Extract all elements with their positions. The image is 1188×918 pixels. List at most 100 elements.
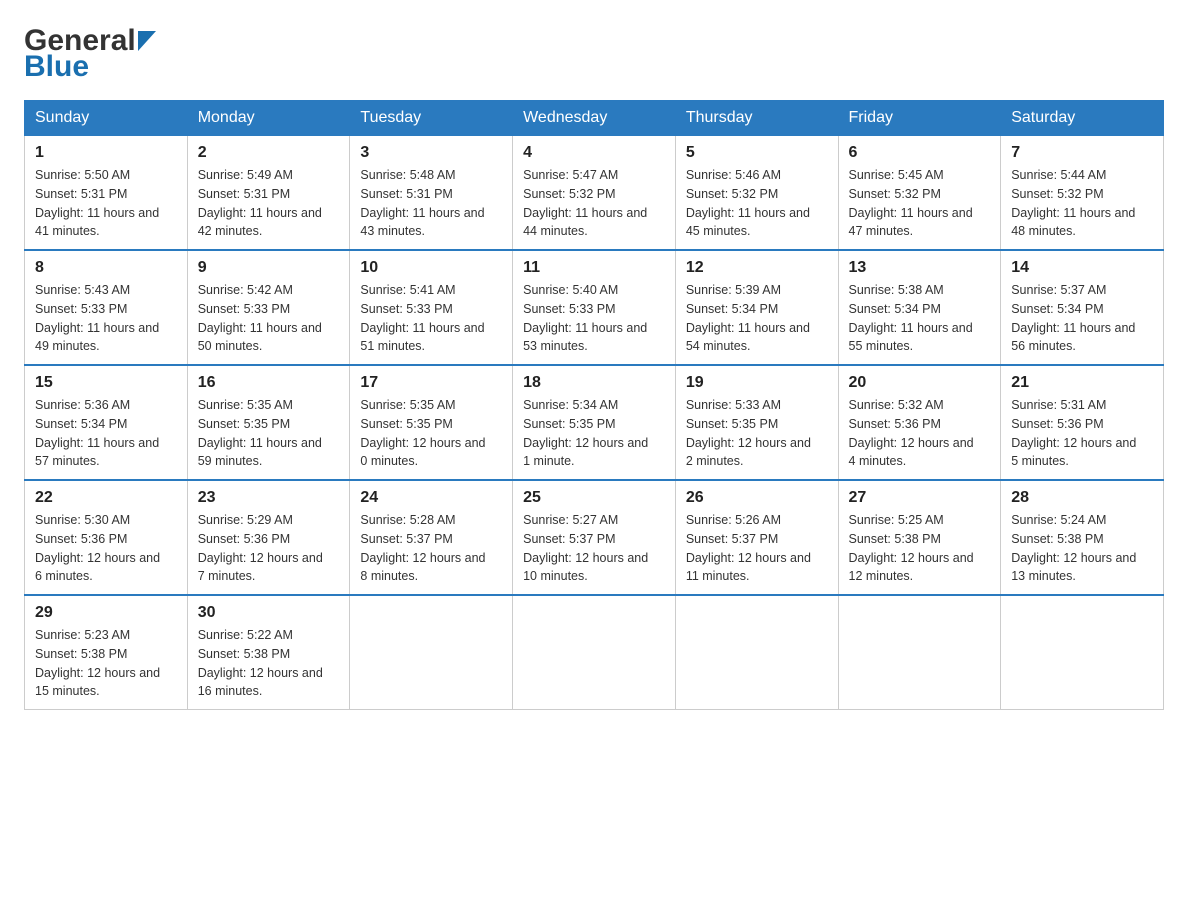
page-header: General Blue: [24, 24, 1164, 84]
calendar-cell: 11 Sunrise: 5:40 AMSunset: 5:33 PMDayligh…: [513, 250, 676, 365]
weekday-header-monday: Monday: [187, 101, 350, 136]
calendar-cell: [838, 595, 1001, 710]
day-info: Sunrise: 5:28 AMSunset: 5:37 PMDaylight:…: [360, 511, 502, 586]
weekday-header-friday: Friday: [838, 101, 1001, 136]
day-number: 3: [360, 144, 502, 162]
weekday-header-thursday: Thursday: [675, 101, 838, 136]
day-number: 28: [1011, 489, 1153, 507]
calendar-cell: 15 Sunrise: 5:36 AMSunset: 5:34 PMDayligh…: [25, 365, 188, 480]
calendar-cell: [1001, 595, 1164, 710]
day-info: Sunrise: 5:38 AMSunset: 5:34 PMDaylight:…: [849, 281, 991, 356]
day-number: 13: [849, 259, 991, 277]
day-info: Sunrise: 5:33 AMSunset: 5:35 PMDaylight:…: [686, 396, 828, 471]
day-info: Sunrise: 5:35 AMSunset: 5:35 PMDaylight:…: [198, 396, 340, 471]
day-info: Sunrise: 5:37 AMSunset: 5:34 PMDaylight:…: [1011, 281, 1153, 356]
calendar-cell: 1 Sunrise: 5:50 AMSunset: 5:31 PMDaylight…: [25, 136, 188, 251]
calendar-cell: 29Sunrise: 5:23 AMSunset: 5:38 PMDayligh…: [25, 595, 188, 710]
calendar-cell: 22 Sunrise: 5:30 AMSunset: 5:36 PMDayligh…: [25, 480, 188, 595]
calendar-table: SundayMondayTuesdayWednesdayThursdayFrid…: [24, 100, 1164, 710]
calendar-cell: 24 Sunrise: 5:28 AMSunset: 5:37 PMDayligh…: [350, 480, 513, 595]
calendar-cell: 28 Sunrise: 5:24 AMSunset: 5:38 PMDayligh…: [1001, 480, 1164, 595]
weekday-header-tuesday: Tuesday: [350, 101, 513, 136]
calendar-cell: 4 Sunrise: 5:47 AMSunset: 5:32 PMDaylight…: [513, 136, 676, 251]
calendar-cell: 27 Sunrise: 5:25 AMSunset: 5:38 PMDayligh…: [838, 480, 1001, 595]
day-number: 23: [198, 489, 340, 507]
calendar-cell: 18Sunrise: 5:34 AMSunset: 5:35 PMDayligh…: [513, 365, 676, 480]
calendar-cell: [513, 595, 676, 710]
logo-arrow-icon: [138, 31, 156, 56]
day-info: Sunrise: 5:32 AMSunset: 5:36 PMDaylight:…: [849, 396, 991, 471]
day-number: 26: [686, 489, 828, 507]
calendar-cell: 25 Sunrise: 5:27 AMSunset: 5:37 PMDayligh…: [513, 480, 676, 595]
day-info: Sunrise: 5:22 AMSunset: 5:38 PMDaylight:…: [198, 626, 340, 701]
logo: General Blue: [24, 24, 156, 84]
day-info: Sunrise: 5:45 AMSunset: 5:32 PMDaylight:…: [849, 166, 991, 241]
day-number: 7: [1011, 144, 1153, 162]
day-info: Sunrise: 5:24 AMSunset: 5:38 PMDaylight:…: [1011, 511, 1153, 586]
day-number: 12: [686, 259, 828, 277]
calendar-cell: 3 Sunrise: 5:48 AMSunset: 5:31 PMDaylight…: [350, 136, 513, 251]
day-number: 9: [198, 259, 340, 277]
day-info: Sunrise: 5:31 AMSunset: 5:36 PMDaylight:…: [1011, 396, 1153, 471]
day-number: 15: [35, 374, 177, 392]
day-number: 2: [198, 144, 340, 162]
day-number: 21: [1011, 374, 1153, 392]
calendar-cell: 5Sunrise: 5:46 AMSunset: 5:32 PMDaylight…: [675, 136, 838, 251]
calendar-cell: 7 Sunrise: 5:44 AMSunset: 5:32 PMDaylight…: [1001, 136, 1164, 251]
day-info: Sunrise: 5:36 AMSunset: 5:34 PMDaylight:…: [35, 396, 177, 471]
calendar-cell: 20 Sunrise: 5:32 AMSunset: 5:36 PMDayligh…: [838, 365, 1001, 480]
day-number: 22: [35, 489, 177, 507]
day-number: 18: [523, 374, 665, 392]
calendar-cell: 19 Sunrise: 5:33 AMSunset: 5:35 PMDayligh…: [675, 365, 838, 480]
weekday-header-saturday: Saturday: [1001, 101, 1164, 136]
day-number: 14: [1011, 259, 1153, 277]
week-row-1: 1 Sunrise: 5:50 AMSunset: 5:31 PMDaylight…: [25, 136, 1164, 251]
day-number: 11: [523, 259, 665, 277]
day-number: 29: [35, 604, 177, 622]
calendar-cell: 26 Sunrise: 5:26 AMSunset: 5:37 PMDayligh…: [675, 480, 838, 595]
calendar-cell: 17 Sunrise: 5:35 AMSunset: 5:35 PMDayligh…: [350, 365, 513, 480]
day-info: Sunrise: 5:48 AMSunset: 5:31 PMDaylight:…: [360, 166, 502, 241]
weekday-header-row: SundayMondayTuesdayWednesdayThursdayFrid…: [25, 101, 1164, 136]
weekday-header-wednesday: Wednesday: [513, 101, 676, 136]
day-info: Sunrise: 5:27 AMSunset: 5:37 PMDaylight:…: [523, 511, 665, 586]
calendar-cell: 16Sunrise: 5:35 AMSunset: 5:35 PMDayligh…: [187, 365, 350, 480]
day-info: Sunrise: 5:42 AMSunset: 5:33 PMDaylight:…: [198, 281, 340, 356]
week-row-2: 8 Sunrise: 5:43 AMSunset: 5:33 PMDaylight…: [25, 250, 1164, 365]
day-number: 20: [849, 374, 991, 392]
calendar-cell: 23 Sunrise: 5:29 AMSunset: 5:36 PMDayligh…: [187, 480, 350, 595]
day-info: Sunrise: 5:44 AMSunset: 5:32 PMDaylight:…: [1011, 166, 1153, 241]
calendar-cell: 8 Sunrise: 5:43 AMSunset: 5:33 PMDaylight…: [25, 250, 188, 365]
day-number: 1: [35, 144, 177, 162]
week-row-3: 15 Sunrise: 5:36 AMSunset: 5:34 PMDayligh…: [25, 365, 1164, 480]
day-info: Sunrise: 5:30 AMSunset: 5:36 PMDaylight:…: [35, 511, 177, 586]
day-number: 25: [523, 489, 665, 507]
day-info: Sunrise: 5:47 AMSunset: 5:32 PMDaylight:…: [523, 166, 665, 241]
calendar-cell: [675, 595, 838, 710]
day-info: Sunrise: 5:26 AMSunset: 5:37 PMDaylight:…: [686, 511, 828, 586]
day-info: Sunrise: 5:49 AMSunset: 5:31 PMDaylight:…: [198, 166, 340, 241]
week-row-4: 22 Sunrise: 5:30 AMSunset: 5:36 PMDayligh…: [25, 480, 1164, 595]
week-row-5: 29Sunrise: 5:23 AMSunset: 5:38 PMDayligh…: [25, 595, 1164, 710]
day-info: Sunrise: 5:50 AMSunset: 5:31 PMDaylight:…: [35, 166, 177, 241]
day-info: Sunrise: 5:41 AMSunset: 5:33 PMDaylight:…: [360, 281, 502, 356]
day-info: Sunrise: 5:35 AMSunset: 5:35 PMDaylight:…: [360, 396, 502, 471]
day-info: Sunrise: 5:40 AMSunset: 5:33 PMDaylight:…: [523, 281, 665, 356]
day-number: 4: [523, 144, 665, 162]
day-number: 5: [686, 144, 828, 162]
day-info: Sunrise: 5:25 AMSunset: 5:38 PMDaylight:…: [849, 511, 991, 586]
day-number: 27: [849, 489, 991, 507]
calendar-cell: 30 Sunrise: 5:22 AMSunset: 5:38 PMDayligh…: [187, 595, 350, 710]
calendar-cell: 2 Sunrise: 5:49 AMSunset: 5:31 PMDaylight…: [187, 136, 350, 251]
day-number: 19: [686, 374, 828, 392]
day-number: 24: [360, 489, 502, 507]
day-info: Sunrise: 5:29 AMSunset: 5:36 PMDaylight:…: [198, 511, 340, 586]
calendar-cell: 14 Sunrise: 5:37 AMSunset: 5:34 PMDayligh…: [1001, 250, 1164, 365]
day-number: 8: [35, 259, 177, 277]
calendar-cell: 13 Sunrise: 5:38 AMSunset: 5:34 PMDayligh…: [838, 250, 1001, 365]
calendar-cell: 6Sunrise: 5:45 AMSunset: 5:32 PMDaylight…: [838, 136, 1001, 251]
day-info: Sunrise: 5:43 AMSunset: 5:33 PMDaylight:…: [35, 281, 177, 356]
day-number: 30: [198, 604, 340, 622]
day-number: 17: [360, 374, 502, 392]
calendar-cell: 10Sunrise: 5:41 AMSunset: 5:33 PMDayligh…: [350, 250, 513, 365]
